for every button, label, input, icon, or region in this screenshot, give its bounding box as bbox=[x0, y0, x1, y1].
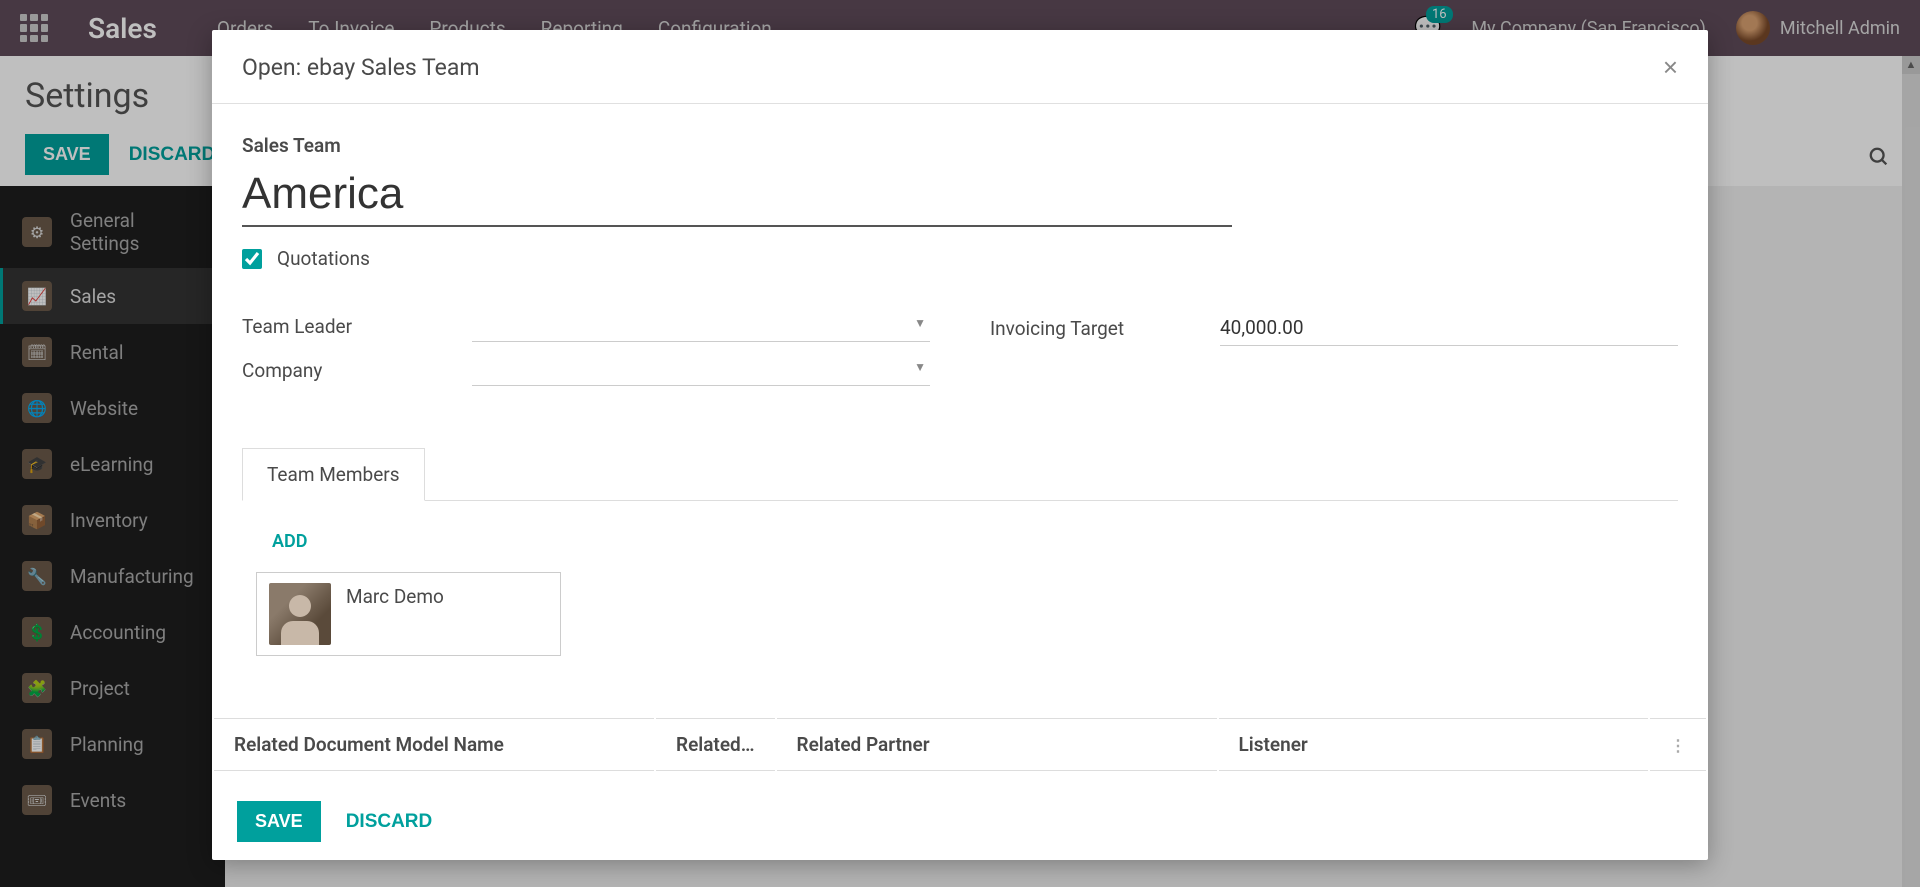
company-label: Company bbox=[242, 359, 472, 382]
modal-tabs: Team Members bbox=[242, 448, 1678, 501]
modal-header: Open: ebay Sales Team × bbox=[212, 30, 1708, 104]
tab-team-members[interactable]: Team Members bbox=[242, 448, 425, 501]
col-partner[interactable]: Related Partner bbox=[777, 718, 1217, 771]
team-member-card[interactable]: Marc Demo bbox=[256, 572, 561, 656]
modal-body: Sales Team Quotations Team Leader ▼ Comp… bbox=[212, 104, 1708, 783]
quotations-label: Quotations bbox=[277, 247, 370, 270]
modal-footer: SAVE DISCARD bbox=[212, 783, 1708, 860]
invoicing-target-label: Invoicing Target bbox=[990, 317, 1220, 340]
modal-close-button[interactable]: × bbox=[1663, 52, 1678, 83]
related-table: Related Document Model Name Related… Rel… bbox=[212, 716, 1708, 773]
sales-team-modal: Open: ebay Sales Team × Sales Team Quota… bbox=[212, 30, 1708, 860]
member-avatar bbox=[269, 583, 331, 645]
chevron-down-icon: ▼ bbox=[914, 316, 926, 330]
col-doc-model[interactable]: Related Document Model Name bbox=[214, 718, 654, 771]
sales-team-label: Sales Team bbox=[242, 134, 1678, 157]
modal-discard-button[interactable]: DISCARD bbox=[346, 811, 433, 833]
modal-title: Open: ebay Sales Team bbox=[242, 54, 480, 81]
team-leader-label: Team Leader bbox=[242, 315, 472, 338]
invoicing-target-input[interactable]: 40,000.00 bbox=[1220, 310, 1678, 346]
sales-team-name-input[interactable] bbox=[242, 163, 1232, 227]
chevron-down-icon: ▼ bbox=[914, 360, 926, 374]
table-options-icon[interactable]: ⋮ bbox=[1670, 736, 1686, 755]
col-related[interactable]: Related… bbox=[656, 718, 775, 771]
add-member-button[interactable]: ADD bbox=[272, 531, 307, 552]
col-listener[interactable]: Listener bbox=[1219, 718, 1649, 771]
modal-save-button[interactable]: SAVE bbox=[237, 801, 321, 842]
team-leader-input[interactable]: ▼ bbox=[472, 310, 930, 342]
company-input[interactable]: ▼ bbox=[472, 354, 930, 386]
quotations-checkbox[interactable] bbox=[242, 249, 262, 269]
member-name: Marc Demo bbox=[346, 585, 444, 608]
